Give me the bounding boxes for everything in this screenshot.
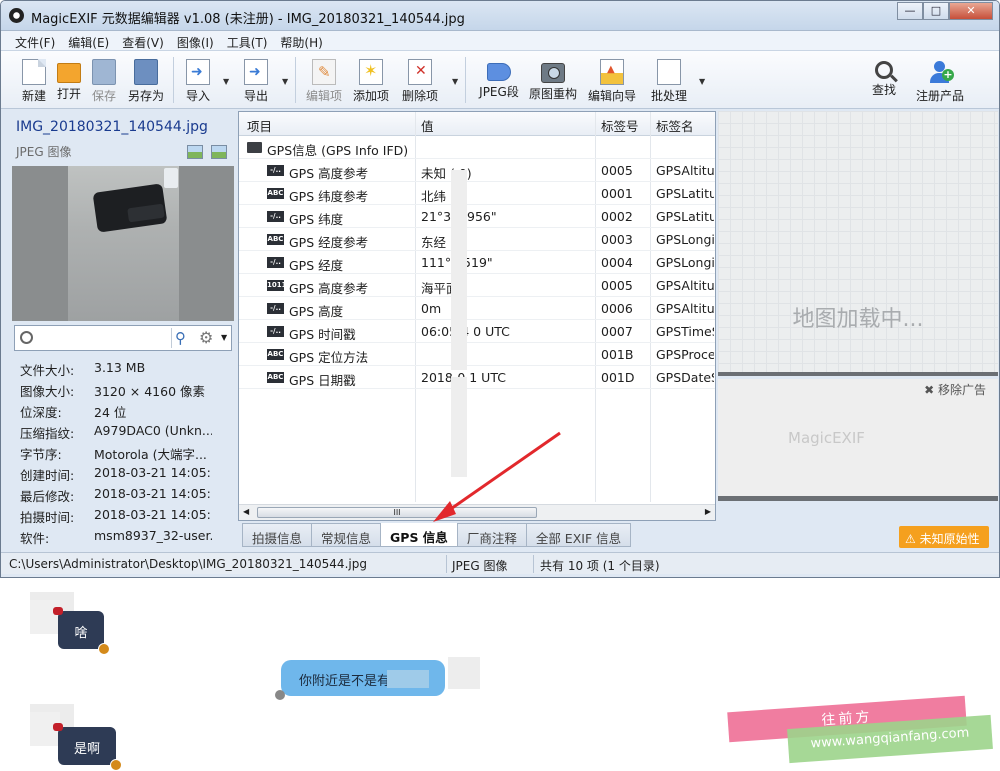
- chat-message: 是啊: [53, 723, 122, 771]
- chat-message: 啥: [53, 607, 110, 655]
- avatar: [30, 600, 60, 634]
- avatar: [448, 657, 480, 689]
- site-watermark: 往前方 www.wangqianfang.com: [727, 695, 993, 764]
- annotation-arrow: [433, 431, 561, 522]
- chat-message-self: 你附近是不是有: [275, 660, 445, 700]
